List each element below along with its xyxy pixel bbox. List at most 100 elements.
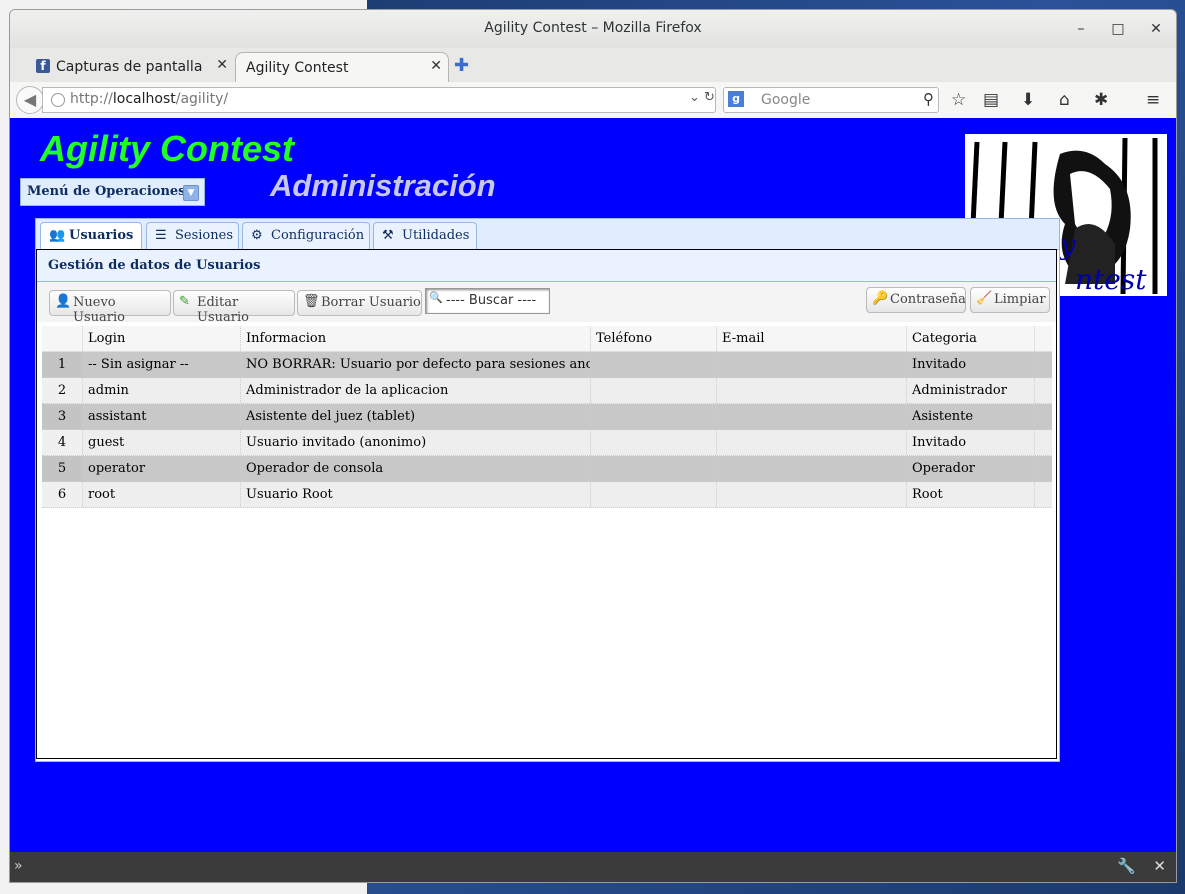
bookmark-star-icon[interactable]: ☆: [951, 90, 966, 110]
add-user-icon: 👤: [55, 294, 72, 309]
search-input[interactable]: 🔍 ---- Buscar ----: [425, 288, 550, 314]
cell-email: [717, 482, 907, 507]
key-icon: 🔑: [872, 291, 889, 306]
cell-informacion: Usuario Root: [241, 482, 591, 507]
delete-user-label: Borrar Usuario: [321, 295, 421, 310]
reading-list-icon[interactable]: ▤: [983, 90, 999, 110]
admin-panel: 👥 Usuarios ☰ Sesiones ⚙ Configuración ⚒ …: [35, 218, 1060, 762]
double-chevron-right-icon[interactable]: »: [14, 858, 23, 874]
password-button[interactable]: 🔑 Contraseña: [866, 287, 966, 313]
pencil-icon: ✎: [179, 294, 190, 309]
close-tab-icon[interactable]: ✕: [430, 58, 442, 74]
cell-login: admin: [83, 378, 241, 403]
edit-user-button[interactable]: ✎ Editar Usuario: [173, 290, 295, 325]
cell-email: [717, 404, 907, 429]
chevron-down-icon: ▼: [183, 185, 199, 201]
search-placeholder: Google: [761, 92, 811, 108]
download-icon[interactable]: ⬇: [1021, 90, 1035, 110]
close-window-icon[interactable]: ✕: [1145, 18, 1167, 40]
table-row[interactable]: 4 guest Usuario invitado (anonimo) Invitado: [42, 430, 1052, 456]
hamburger-menu-icon[interactable]: ≡: [1146, 90, 1160, 110]
web-page: Agility Contest Administración Menú de O…: [10, 118, 1176, 852]
cell-login: assistant: [83, 404, 241, 429]
url-bar[interactable]: http://localhost/agility/ ⌄ ↻: [42, 87, 716, 113]
delete-user-button[interactable]: 🗑 Borrar Usuario: [297, 290, 422, 316]
back-arrow-icon[interactable]: ◀: [16, 86, 44, 114]
row-number: 1: [42, 352, 83, 377]
tab-utilidades[interactable]: ⚒ Utilidades: [373, 222, 477, 249]
list-icon: ☰: [155, 228, 167, 243]
cell-telefono: [591, 456, 717, 481]
close-tab-icon[interactable]: ✕: [216, 57, 228, 73]
title-bar: Agility Contest – Mozilla Firefox – □ ✕: [10, 10, 1176, 48]
search-icon: 🔍: [429, 291, 443, 304]
clear-button[interactable]: 🧹 Limpiar: [970, 287, 1050, 313]
panel-header: Gestión de datos de Usuarios: [37, 250, 1056, 282]
minimize-icon[interactable]: –: [1070, 18, 1092, 40]
table-row[interactable]: 3 assistant Asistente del juez (tablet) Asi…: [42, 404, 1052, 430]
maximize-icon[interactable]: □: [1107, 18, 1129, 40]
cell-email: [717, 456, 907, 481]
cell-telefono: [591, 378, 717, 403]
wrench-icon[interactable]: 🔧: [1117, 857, 1136, 875]
column-header-categoria[interactable]: Categoria: [907, 326, 1035, 351]
window-title: Agility Contest – Mozilla Firefox: [484, 20, 702, 36]
users-panel: Gestión de datos de Usuarios 👤 Nuevo Usu…: [36, 249, 1057, 759]
column-header-telefono[interactable]: Teléfono: [591, 326, 717, 351]
broom-icon: 🧹: [976, 291, 993, 306]
cell-categoria: Administrador: [907, 378, 1035, 403]
operations-menu-button[interactable]: Menú de Operaciones ▼: [20, 178, 205, 206]
svg-text:y: y: [1058, 228, 1077, 261]
tab-sesiones-label: Sesiones: [175, 228, 233, 243]
tab-sesiones[interactable]: ☰ Sesiones: [146, 222, 239, 249]
cell-login: -- Sin asignar --: [83, 352, 241, 377]
admin-tabs: 👥 Usuarios ☰ Sesiones ⚙ Configuración ⚒ …: [36, 219, 1059, 250]
table-row[interactable]: 5 operator Operador de consola Operador: [42, 456, 1052, 482]
new-tab-icon[interactable]: ✚: [454, 55, 469, 76]
new-user-button[interactable]: 👤 Nuevo Usuario: [49, 290, 171, 325]
cell-login: guest: [83, 430, 241, 455]
row-number-header: [42, 326, 83, 351]
row-number: 2: [42, 378, 83, 403]
row-number: 4: [42, 430, 83, 455]
table-row[interactable]: 2 admin Administrador de la aplicacion Admi…: [42, 378, 1052, 404]
search-icon[interactable]: ⚲: [923, 90, 934, 108]
browser-tab-capturas[interactable]: f Capturas de pantalla ✕: [28, 52, 234, 82]
password-label: Contraseña: [890, 292, 966, 307]
tab-configuracion[interactable]: ⚙ Configuración: [242, 222, 370, 249]
svg-text:ntest: ntest: [1075, 263, 1147, 296]
developer-toolbar: » 🔧 ✕: [10, 852, 1176, 882]
page-subtitle: Administración: [270, 168, 496, 203]
navigation-bar: ◀ http://localhost/agility/ ⌄ ↻ g Google…: [10, 82, 1176, 119]
tab-usuarios-label: Usuarios: [69, 228, 134, 243]
cell-telefono: [591, 430, 717, 455]
cell-categoria: Invitado: [907, 430, 1035, 455]
cell-login: root: [83, 482, 241, 507]
browser-tab-agility[interactable]: Agility Contest ✕: [235, 52, 449, 83]
globe-icon: [51, 93, 65, 107]
users-grid: Login Informacion Teléfono E-mail Catego…: [42, 326, 1052, 508]
table-row[interactable]: 6 root Usuario Root Root: [42, 482, 1052, 508]
close-toolbar-icon[interactable]: ✕: [1153, 857, 1166, 875]
users-toolbar: 👤 Nuevo Usuario ✎ Editar Usuario 🗑 Borra…: [37, 282, 1056, 325]
web-search-bar[interactable]: g Google ⚲: [723, 87, 939, 113]
tab-usuarios[interactable]: 👥 Usuarios: [40, 222, 142, 250]
google-icon: g: [728, 91, 744, 107]
cell-email: [717, 430, 907, 455]
column-header-email[interactable]: E-mail: [717, 326, 907, 351]
column-header-login[interactable]: Login: [83, 326, 241, 351]
tab-label: Capturas de pantalla: [56, 59, 203, 75]
url-dropdown-icon[interactable]: ⌄: [689, 90, 700, 105]
reload-icon[interactable]: ↻: [704, 90, 715, 105]
column-header-informacion[interactable]: Informacion: [241, 326, 591, 351]
grid-body: 1 -- Sin asignar -- NO BORRAR: Usuario por…: [42, 352, 1052, 508]
search-input-text: ---- Buscar ----: [446, 293, 537, 308]
table-row[interactable]: 1 -- Sin asignar -- NO BORRAR: Usuario por…: [42, 352, 1052, 378]
cell-telefono: [591, 482, 717, 507]
tab-configuracion-label: Configuración: [271, 228, 365, 243]
home-icon[interactable]: ⌂: [1059, 90, 1070, 110]
cell-email: [717, 378, 907, 403]
addon-icon[interactable]: ✱: [1094, 90, 1108, 110]
tools-icon: ⚒: [382, 228, 394, 243]
tab-label: Agility Contest: [246, 60, 349, 76]
